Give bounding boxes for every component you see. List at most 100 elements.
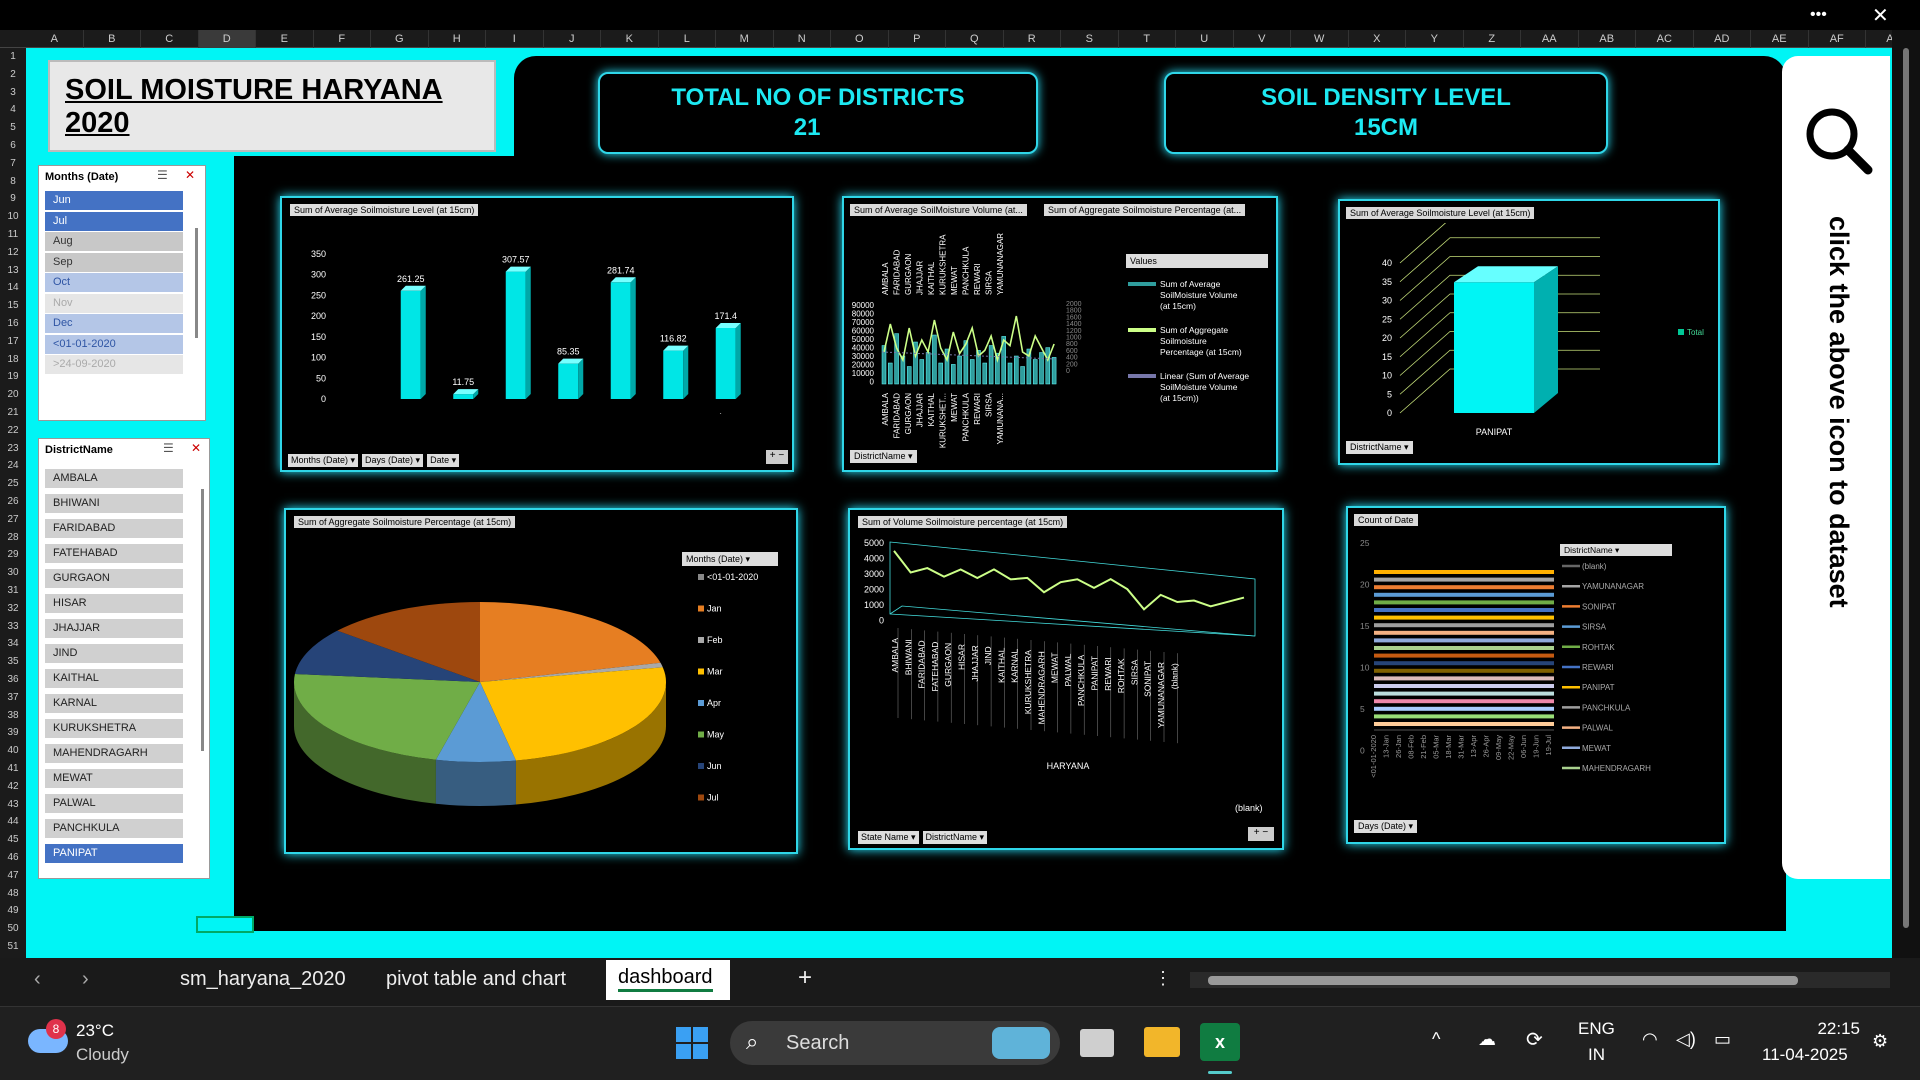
row-header[interactable]: 31 — [0, 582, 26, 599]
row-header[interactable]: 28 — [0, 529, 26, 546]
column-header-s[interactable]: S — [1061, 30, 1119, 48]
column-header-q[interactable]: Q — [946, 30, 1004, 48]
slicer-item[interactable]: Oct — [45, 273, 183, 292]
row-header[interactable]: 24 — [0, 457, 26, 474]
close-icon[interactable]: ✕ — [1872, 3, 1889, 28]
sheet-options-icon[interactable]: ⋮ — [1154, 968, 1172, 989]
filter-button[interactable]: DistrictName ▾ — [922, 831, 988, 844]
slicer-item[interactable]: KURUKSHETRA — [45, 719, 183, 738]
column-header-ac[interactable]: AC — [1636, 30, 1694, 48]
filter-button[interactable]: DistrictName ▾ — [1346, 441, 1413, 454]
slicer-item[interactable]: Dec — [45, 314, 183, 333]
row-header[interactable]: 20 — [0, 386, 26, 403]
scroll-thumb[interactable] — [1903, 48, 1909, 928]
slicer-item[interactable]: Jun — [45, 191, 183, 210]
row-header[interactable]: 34 — [0, 635, 26, 652]
slicer-item[interactable]: PANCHKULA — [45, 819, 183, 838]
slicer-item[interactable]: Nov — [45, 293, 183, 313]
filter-button[interactable]: Days (Date) ▾ — [1354, 820, 1418, 833]
clear-filter-icon[interactable]: ✕ — [191, 441, 201, 455]
row-header[interactable]: 47 — [0, 867, 26, 884]
row-header[interactable]: 13 — [0, 262, 26, 279]
row-header[interactable]: 21 — [0, 404, 26, 421]
prev-sheet-icon[interactable]: ‹ — [34, 968, 41, 991]
column-header-r[interactable]: R — [1004, 30, 1061, 48]
row-header[interactable]: 10 — [0, 208, 26, 225]
chevron-up-icon[interactable]: ^ — [1432, 1029, 1440, 1050]
column-header-n[interactable]: N — [774, 30, 831, 48]
row-header[interactable]: 41 — [0, 760, 26, 777]
column-header-e[interactable]: E — [256, 30, 314, 48]
slicer-item[interactable]: JHAJJAR — [45, 619, 183, 638]
column-header-h[interactable]: H — [429, 30, 486, 48]
column-header-ad[interactable]: AD — [1694, 30, 1751, 48]
slicer-item[interactable]: BHIWANI — [45, 494, 183, 513]
row-header[interactable]: 25 — [0, 475, 26, 492]
row-header[interactable]: 27 — [0, 511, 26, 528]
volume-icon[interactable]: ◁) — [1676, 1029, 1696, 1050]
column-header-ab[interactable]: AB — [1579, 30, 1636, 48]
row-header[interactable]: 51 — [0, 938, 26, 955]
row-header[interactable]: 35 — [0, 653, 26, 670]
sync-icon[interactable]: ⟳ — [1526, 1027, 1543, 1052]
row-header[interactable]: 6 — [0, 137, 26, 154]
row-header[interactable]: 30 — [0, 564, 26, 581]
slicer-item[interactable]: Sep — [45, 252, 183, 272]
column-header-x[interactable]: X — [1349, 30, 1406, 48]
column-header-g[interactable]: G — [371, 30, 429, 48]
row-header[interactable]: 37 — [0, 689, 26, 706]
horizontal-scrollbar[interactable] — [1190, 972, 1890, 988]
row-header[interactable]: 5 — [0, 119, 26, 136]
selected-cell[interactable] — [196, 916, 254, 933]
row-header[interactable]: 43 — [0, 796, 26, 813]
slicer-item[interactable]: Jul — [45, 211, 183, 231]
column-header-af[interactable]: AF — [1809, 30, 1866, 48]
row-header[interactable]: 4 — [0, 101, 26, 118]
lang-2[interactable]: IN — [1588, 1045, 1605, 1065]
row-header[interactable]: 1 — [0, 48, 26, 65]
row-header[interactable]: 42 — [0, 778, 26, 795]
row-header[interactable]: 29 — [0, 546, 26, 563]
file-explorer-icon[interactable] — [1144, 1027, 1180, 1057]
row-header[interactable]: 16 — [0, 315, 26, 332]
clock-date[interactable]: 11-04-2025 — [1762, 1045, 1848, 1065]
slicer-item[interactable]: PALWAL — [45, 794, 183, 813]
column-header-o[interactable]: O — [831, 30, 889, 48]
column-header-f[interactable]: F — [314, 30, 371, 48]
slicer-item[interactable]: KARNAL — [45, 694, 183, 713]
row-header[interactable]: 50 — [0, 920, 26, 937]
row-header[interactable]: 49 — [0, 902, 26, 919]
row-header[interactable]: 33 — [0, 618, 26, 635]
slicer-item[interactable]: MAHENDRAGARH — [45, 744, 183, 763]
filter-button[interactable]: Months (Date) ▾ — [288, 454, 359, 467]
lang-1[interactable]: ENG — [1578, 1019, 1615, 1039]
slicer-item[interactable]: FARIDABAD — [45, 519, 183, 538]
slicer-item[interactable]: PANIPAT — [45, 844, 183, 863]
column-header-p[interactable]: P — [889, 30, 946, 48]
row-header[interactable]: 40 — [0, 742, 26, 759]
column-header-ae[interactable]: AE — [1751, 30, 1809, 48]
row-header[interactable]: 26 — [0, 493, 26, 510]
row-header[interactable]: 9 — [0, 190, 26, 207]
column-header-k[interactable]: K — [601, 30, 659, 48]
slicer-item[interactable]: KAITHAL — [45, 669, 183, 688]
onedrive-icon[interactable]: ☁ — [1478, 1029, 1496, 1050]
row-header[interactable]: 8 — [0, 173, 26, 190]
slicer-item[interactable]: Aug — [45, 232, 183, 251]
row-header[interactable]: 46 — [0, 849, 26, 866]
slicer-item[interactable]: FATEHABAD — [45, 544, 183, 563]
row-header[interactable]: 23 — [0, 440, 26, 457]
slicer-item[interactable]: HISAR — [45, 594, 183, 613]
column-header-u[interactable]: U — [1176, 30, 1234, 48]
expand-collapse-buttons[interactable]: + − — [766, 450, 788, 464]
row-header[interactable]: 7 — [0, 155, 26, 172]
multi-select-icon[interactable]: ☰ — [157, 168, 168, 182]
slicer-item[interactable]: >24-09-2020 — [45, 355, 183, 374]
column-header-i[interactable]: I — [486, 30, 544, 48]
slicer-months[interactable]: Months (Date) ☰ ✕ Jun Jul Aug Sep Oct Nov Dec <… — [38, 165, 206, 421]
filter-button[interactable]: Days (Date) ▾ — [362, 454, 424, 467]
column-header-l[interactable]: L — [659, 30, 716, 48]
row-header[interactable]: 11 — [0, 226, 26, 243]
column-header-j[interactable]: J — [544, 30, 601, 48]
row-header[interactable]: 18 — [0, 351, 26, 368]
